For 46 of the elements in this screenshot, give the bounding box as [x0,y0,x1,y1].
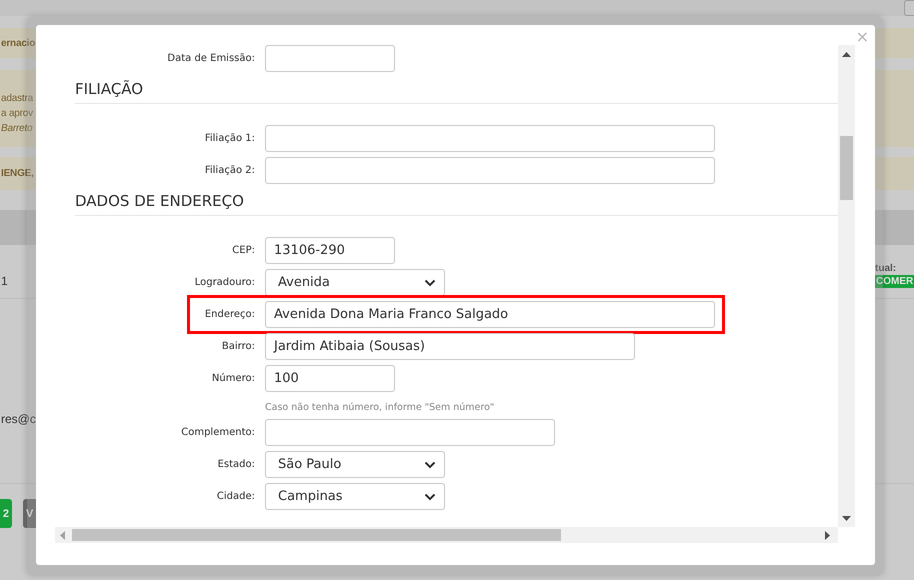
table-cell: 1 [1,274,8,288]
input-field[interactable] [265,125,715,152]
scroll-up-icon[interactable] [842,52,851,57]
input-field[interactable] [265,419,555,446]
field-label: Número: [210,373,255,384]
field-label: Logradouro: [194,277,255,288]
field-label: Estado: [216,459,255,470]
input-field[interactable] [265,45,395,72]
field-label: Endereço: [204,309,255,320]
field-label: Cidade: [216,491,255,502]
input-field[interactable]: 100 [265,365,395,392]
table-cell: res@c [1,412,36,426]
notice-text: ernacio [1,36,36,50]
toolbar-button[interactable] [904,0,914,16]
chevron-icon [424,492,436,500]
notice-text: adastra [1,92,33,106]
scroll-thumb[interactable] [840,136,853,200]
input-field[interactable]: Avenida Dona Maria Franco Salgado [265,301,715,328]
section-heading: DADOS DE ENDEREÇO [75,189,838,216]
vertical-scrollbar[interactable] [838,45,855,527]
field-label: CEP: [231,245,255,256]
status-label: tual: [875,263,896,274]
field-label: Complemento: [180,427,255,438]
field-label: Filiação 1: [204,133,255,144]
input-field[interactable]: Jardim Atibaia (Sousas) [265,333,635,360]
status-badge: COMER [875,275,914,288]
notice-text: Barreto [1,122,33,136]
scroll-left-icon[interactable] [60,530,65,540]
scroll-thumb[interactable] [72,529,561,541]
scroll-right-icon[interactable] [825,530,830,540]
input-field[interactable] [265,157,715,184]
chevron-icon [424,460,436,468]
field-label: Filiação 2: [204,165,255,176]
scroll-down-icon[interactable] [842,516,851,521]
select-field[interactable]: São Paulo [265,451,445,478]
notice-text: a aprov [1,107,33,121]
select-field[interactable]: Campinas [265,483,445,510]
hint-text: Caso não tenha número, informe "Sem número" [265,402,494,413]
field-label: Bairro: [220,341,255,352]
select-field[interactable]: Avenida [265,269,445,296]
input-field[interactable]: 13106-290 [265,237,395,264]
horizontal-scrollbar[interactable] [55,527,838,543]
chevron-icon [424,278,436,286]
field-label: Data de Emissão: [166,53,255,64]
section-heading: FILIAÇÃO [75,77,838,104]
notice-text: IENGE, [1,167,34,181]
